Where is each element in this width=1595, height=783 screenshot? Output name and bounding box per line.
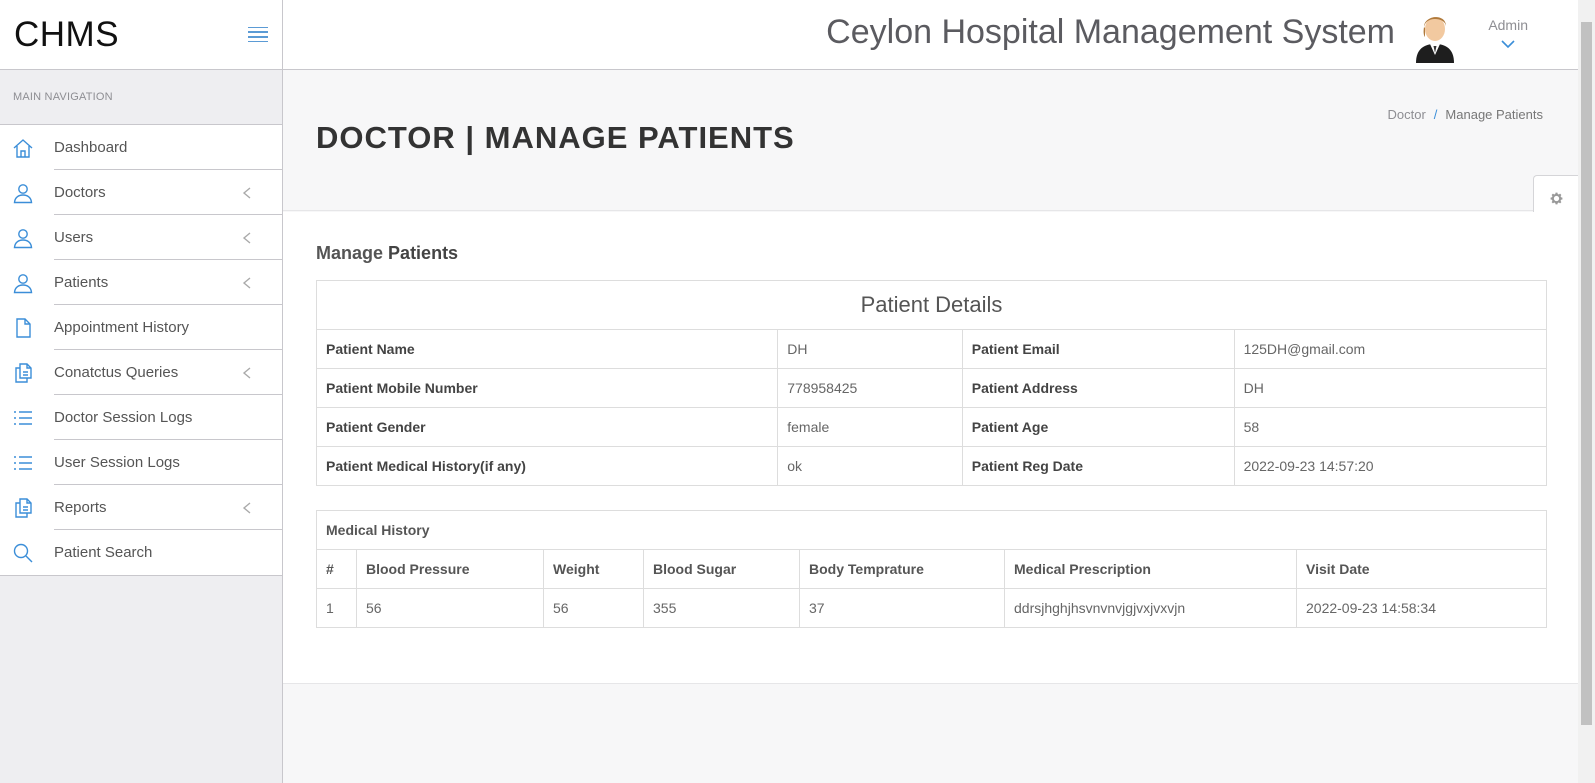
gear-icon xyxy=(1550,192,1562,204)
main-content: Manage Patients Patient Details Patient … xyxy=(283,212,1578,684)
table-cell: 37 xyxy=(799,588,1005,628)
sidebar-item-label: Users xyxy=(54,229,94,246)
nav-list: Dashboard Doctors Users Patients Appointment… xyxy=(0,125,282,576)
column-header: Medical Prescription xyxy=(1004,549,1297,589)
table-cell: 56 xyxy=(356,588,544,628)
table-row: Patient Medical History(if any) ok Patient… xyxy=(315,446,1548,486)
search-icon xyxy=(12,542,34,564)
breadcrumb-parent[interactable]: Doctor xyxy=(1388,107,1426,122)
file-icon xyxy=(12,317,34,339)
sidebar-item-label: Doctor Session Logs xyxy=(54,409,193,426)
brand-bar: CHMS xyxy=(0,0,282,70)
field-value: female xyxy=(777,407,963,447)
section-title: Manage Patients xyxy=(316,243,459,263)
patient-details-table: Patient Details Patient Name DH Patient Em… xyxy=(315,280,1548,486)
topbar: Ceylon Hospital Management System Admin xyxy=(283,0,1578,70)
files-icon xyxy=(12,497,34,519)
medical-history-caption: Medical History xyxy=(316,510,1547,550)
table-row: Patient Name DH Patient Email 125DH@gmail.c… xyxy=(315,329,1548,369)
column-header: Blood Pressure xyxy=(356,549,544,589)
breadcrumb: Doctor / Manage Patients xyxy=(1388,107,1544,122)
user-icon xyxy=(12,182,34,204)
menu-toggle-icon[interactable] xyxy=(248,26,268,43)
sidebar-item-label: User Session Logs xyxy=(54,454,180,471)
scrollbar[interactable] xyxy=(1578,0,1595,783)
page-header: DOCTOR | MANAGE PATIENTS Doctor / Manage… xyxy=(283,70,1578,211)
field-label: Patient Mobile Number xyxy=(315,368,779,408)
sidebar-item-users[interactable]: Users xyxy=(0,215,282,260)
field-value: 2022-09-23 14:57:20 xyxy=(1233,446,1548,486)
field-label: Patient Gender xyxy=(315,407,779,447)
brand-name[interactable]: CHMS xyxy=(14,15,119,55)
table-cell: 355 xyxy=(643,588,800,628)
sidebar-item-label: Conatctus Queries xyxy=(54,364,179,381)
table-header-row: # Blood Pressure Weight Blood Sugar Body Tem… xyxy=(316,549,1547,589)
field-label: Patient Reg Date xyxy=(961,446,1235,486)
sidebar-item-patients[interactable]: Patients xyxy=(0,260,282,305)
chevron-down-icon[interactable] xyxy=(1501,36,1515,49)
table-cell: 56 xyxy=(543,588,644,628)
sidebar-item-label: Patient Search xyxy=(54,544,153,561)
table-row: Patient Gender female Patient Age 58 xyxy=(315,407,1548,447)
scrollbar-thumb[interactable] xyxy=(1581,22,1592,725)
field-value: DH xyxy=(777,329,963,369)
chevron-left-icon xyxy=(242,186,254,199)
medical-history-table: Medical History # Blood Pressure Weight Blo… xyxy=(316,510,1547,628)
app-title: Ceylon Hospital Management System xyxy=(826,13,1395,51)
nav-heading: MAIN NAVIGATION xyxy=(0,70,282,125)
column-header: Blood Sugar xyxy=(643,549,800,589)
sidebar-item-appointment-history[interactable]: Appointment History xyxy=(0,305,282,350)
list-icon xyxy=(12,452,34,474)
sidebar-item-dashboard[interactable]: Dashboard xyxy=(0,125,282,170)
column-header: # xyxy=(316,549,357,589)
sidebar-item-user-session-logs[interactable]: User Session Logs xyxy=(0,440,282,485)
field-value: ok xyxy=(777,446,963,486)
table-cell: 2022-09-23 14:58:34 xyxy=(1296,588,1547,628)
table-row: Patient Mobile Number 778958425 Patient Ad… xyxy=(315,368,1548,408)
sidebar-item-label: Patients xyxy=(54,274,109,291)
field-label: Patient Age xyxy=(961,407,1235,447)
field-value: DH xyxy=(1233,368,1548,408)
sidebar-item-reports[interactable]: Reports xyxy=(0,485,282,530)
breadcrumb-current: Manage Patients xyxy=(1445,107,1543,122)
chevron-left-icon xyxy=(242,501,254,514)
sidebar-item-doctors[interactable]: Doctors xyxy=(0,170,282,215)
field-value: 58 xyxy=(1233,407,1548,447)
sidebar-item-conatctus-queries[interactable]: Conatctus Queries xyxy=(0,350,282,395)
home-icon xyxy=(12,137,34,159)
chevron-left-icon xyxy=(242,231,254,244)
user-icon xyxy=(12,272,34,294)
sidebar-item-label: Reports xyxy=(54,499,107,516)
page-title: DOCTOR | MANAGE PATIENTS xyxy=(316,120,795,155)
avatar[interactable] xyxy=(1412,9,1458,63)
table-row: 1 56 56 355 37 ddrsjhghjhsvnvnvjgjvxjvxvjn 202… xyxy=(316,588,1547,628)
column-header: Weight xyxy=(543,549,644,589)
sidebar-item-patient-search[interactable]: Patient Search xyxy=(0,530,282,575)
patient-details-caption: Patient Details xyxy=(316,280,1547,330)
breadcrumb-separator: / xyxy=(1433,107,1438,122)
table-cell: ddrsjhghjhsvnvnvjgjvxjvxvjn xyxy=(1004,588,1297,628)
files-icon xyxy=(12,362,34,384)
field-label: Patient Email xyxy=(961,329,1235,369)
list-icon xyxy=(12,407,34,429)
sidebar: CHMS MAIN NAVIGATION Dashboard Doctors Use… xyxy=(0,0,283,783)
sidebar-item-label: Dashboard xyxy=(54,139,128,156)
column-header: Body Temprature xyxy=(799,549,1005,589)
field-value: 125DH@gmail.com xyxy=(1233,329,1548,369)
chevron-left-icon xyxy=(242,276,254,289)
user-icon xyxy=(12,227,34,249)
sidebar-item-label: Appointment History xyxy=(54,319,190,336)
table-cell: 1 xyxy=(316,588,357,628)
field-label: Patient Address xyxy=(961,368,1235,408)
column-header: Visit Date xyxy=(1296,549,1547,589)
sidebar-item-doctor-session-logs[interactable]: Doctor Session Logs xyxy=(0,395,282,440)
sidebar-item-label: Doctors xyxy=(54,184,106,201)
field-value: 778958425 xyxy=(777,368,963,408)
field-label: Patient Name xyxy=(315,329,779,369)
admin-label[interactable]: Admin xyxy=(1488,17,1528,33)
field-label: Patient Medical History(if any) xyxy=(315,446,779,486)
chevron-left-icon xyxy=(242,366,254,379)
